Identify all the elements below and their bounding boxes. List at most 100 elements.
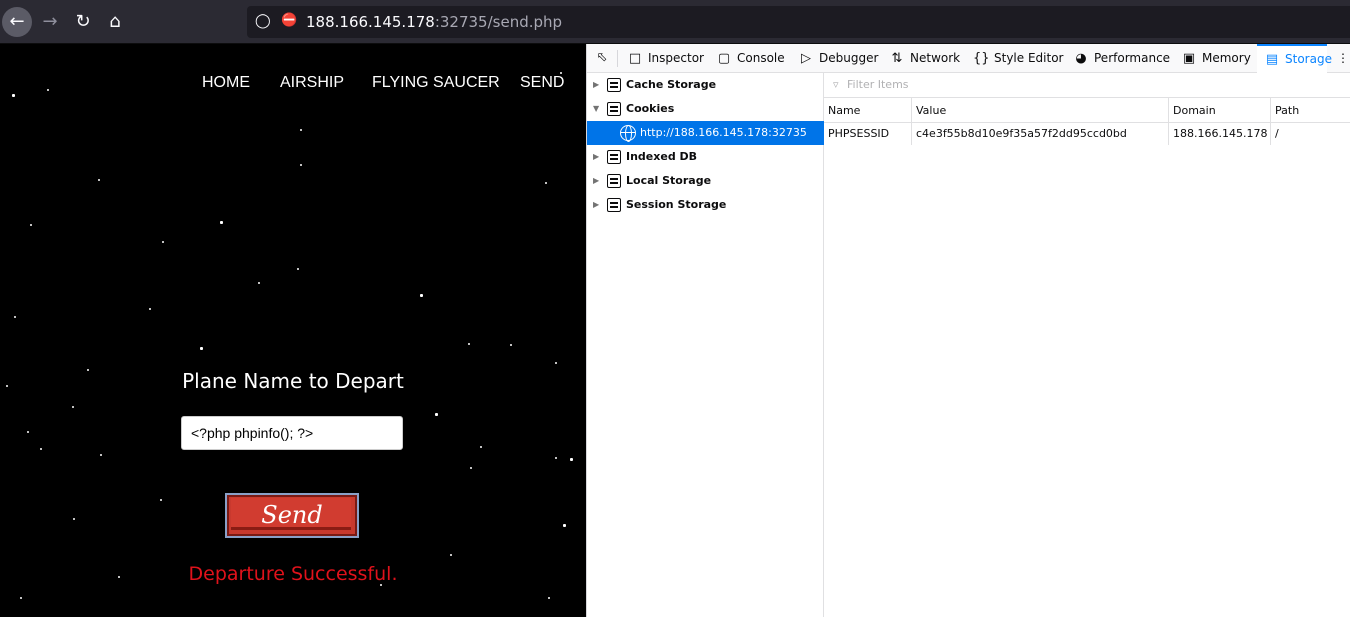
star <box>297 268 299 270</box>
star <box>27 431 29 433</box>
tab-label: Debugger <box>819 51 879 65</box>
tab-network[interactable]: ⇅ Network <box>889 44 961 73</box>
console-icon: ▢ <box>717 51 731 66</box>
star <box>470 467 472 469</box>
expand-arrow-icon[interactable]: ▶ <box>593 193 603 217</box>
star <box>450 554 452 556</box>
nav-home-link[interactable]: HOME <box>202 74 250 92</box>
status-message: Departure Successful. <box>188 563 398 585</box>
star <box>100 454 102 456</box>
tree-item-label: Local Storage <box>626 174 712 187</box>
star <box>555 457 557 459</box>
tab-label: Memory <box>1202 51 1251 65</box>
expand-arrow-icon[interactable]: ▶ <box>593 145 603 169</box>
send-button[interactable]: Send <box>225 493 359 538</box>
expand-arrow-icon[interactable]: ▶ <box>593 73 603 97</box>
star <box>258 282 260 284</box>
tab-memory[interactable]: ▣ Memory <box>1181 44 1251 73</box>
star <box>14 316 16 318</box>
plane-name-input[interactable]: <?php phpinfo(); ?> <box>181 416 403 450</box>
tab-label: Inspector <box>648 51 704 65</box>
star <box>73 518 75 520</box>
tree-item-label: Indexed DB <box>626 150 698 163</box>
tree-item-label: Cache Storage <box>626 78 717 91</box>
cell-domain: 188.166.145.178 <box>1169 123 1271 145</box>
url-path: :32735/send.php <box>434 13 563 31</box>
expand-arrow-icon[interactable]: ▶ <box>593 169 603 193</box>
url-host: 188.166.145.178 <box>306 13 435 31</box>
tree-item-cookies[interactable]: ▼ Cookies <box>587 97 824 121</box>
forward-arrow-icon[interactable]: → <box>35 7 65 37</box>
database-icon <box>607 102 621 116</box>
tree-item-session-storage[interactable]: ▶ Session Storage <box>587 193 824 217</box>
star <box>435 413 438 416</box>
overflow-icon[interactable]: ⋮ <box>1337 44 1349 73</box>
star <box>480 446 482 448</box>
reload-icon[interactable]: ↻ <box>68 7 98 37</box>
tab-debugger[interactable]: ▷ Debugger <box>798 44 878 73</box>
memory-icon: ▣ <box>1182 51 1196 66</box>
tab-label: Console <box>737 51 785 65</box>
star <box>40 448 42 450</box>
nav-flying-saucer-link[interactable]: FLYING SAUCER <box>372 74 500 92</box>
element-picker-icon[interactable]: ⬁ <box>593 49 611 67</box>
star <box>563 524 566 527</box>
nav-airship-link[interactable]: AIRSHIP <box>280 74 344 92</box>
filter-items-input[interactable]: ▿ Filter Items <box>824 73 1350 98</box>
address-bar[interactable]: ◯ ⛔ 188.166.145.178:32735/send.php <box>247 6 1350 38</box>
star <box>510 344 512 346</box>
tree-item-label: http://188.166.145.178:32735 <box>640 126 807 139</box>
tab-label: Storage <box>1285 52 1332 66</box>
star <box>72 406 74 408</box>
web-page: HOME AIRSHIP FLYING SAUCER SEND Plane Na… <box>0 44 586 617</box>
browser-toolbar: ← → ↻ ⌂ ◯ ⛔ 188.166.145.178:32735/send.p… <box>0 0 1350 44</box>
collapse-arrow-icon[interactable]: ▼ <box>593 97 603 121</box>
column-header-path[interactable]: Path <box>1271 98 1350 123</box>
style-editor-icon: {} <box>973 51 990 66</box>
star <box>468 343 470 345</box>
tab-style-editor[interactable]: {} Style Editor <box>973 44 1063 73</box>
column-header-domain[interactable]: Domain <box>1169 98 1271 123</box>
tab-label: Network <box>910 51 961 65</box>
back-arrow-icon[interactable]: ← <box>2 7 32 37</box>
storage-tree: ▶ Cache Storage ▼ Cookies http://188.166… <box>587 73 824 617</box>
tree-item-cookie-host[interactable]: http://188.166.145.178:32735 <box>587 121 824 145</box>
tracking-shield-icon[interactable]: ◯ <box>255 13 271 29</box>
tree-item-label: Session Storage <box>626 198 727 211</box>
url-text[interactable]: 188.166.145.178:32735/send.php <box>306 13 562 31</box>
star <box>30 224 32 226</box>
cell-path: / <box>1275 127 1279 140</box>
debugger-icon: ▷ <box>801 51 811 66</box>
tab-performance[interactable]: ◕ Performance <box>1073 44 1170 73</box>
cell-name: PHPSESSID <box>824 123 912 145</box>
inspector-icon: □ <box>628 51 642 66</box>
tree-item-indexed-db[interactable]: ▶ Indexed DB <box>587 145 824 169</box>
database-icon <box>607 150 621 164</box>
table-header: Name Value Domain Path <box>824 98 1350 123</box>
column-header-name[interactable]: Name <box>824 98 912 123</box>
star <box>555 362 557 364</box>
insecure-lock-icon[interactable]: ⛔ <box>281 13 297 29</box>
star <box>220 221 223 224</box>
tree-item-label: Cookies <box>626 102 675 115</box>
devtools-tabbar: ⬁ □ Inspector ▢ Console ▷ Debugger ⇅ Network… <box>587 44 1350 73</box>
table-row[interactable]: PHPSESSID c4e3f55b8d10e9f35a57f2dd95ccd0… <box>824 123 1350 145</box>
nav-send-link[interactable]: SEND <box>520 74 564 92</box>
tree-item-local-storage[interactable]: ▶ Local Storage <box>587 169 824 193</box>
tab-console[interactable]: ▢ Console <box>716 44 785 73</box>
star <box>545 182 547 184</box>
filter-icon: ▿ <box>833 78 839 91</box>
form-title: Plane Name to Depart <box>182 369 404 393</box>
tab-label: Performance <box>1094 51 1171 65</box>
tab-inspector[interactable]: □ Inspector <box>627 44 704 73</box>
home-icon[interactable]: ⌂ <box>100 7 130 37</box>
star <box>570 458 573 461</box>
star <box>149 308 151 310</box>
column-header-value[interactable]: Value <box>912 98 1169 123</box>
site-nav: HOME AIRSHIP FLYING SAUCER SEND <box>0 74 586 96</box>
filter-placeholder: Filter Items <box>847 78 909 91</box>
tree-item-cache-storage[interactable]: ▶ Cache Storage <box>587 73 824 97</box>
tab-storage[interactable]: ▤ Storage <box>1257 44 1332 73</box>
performance-icon: ◕ <box>1075 51 1087 66</box>
tab-separator <box>617 50 618 67</box>
